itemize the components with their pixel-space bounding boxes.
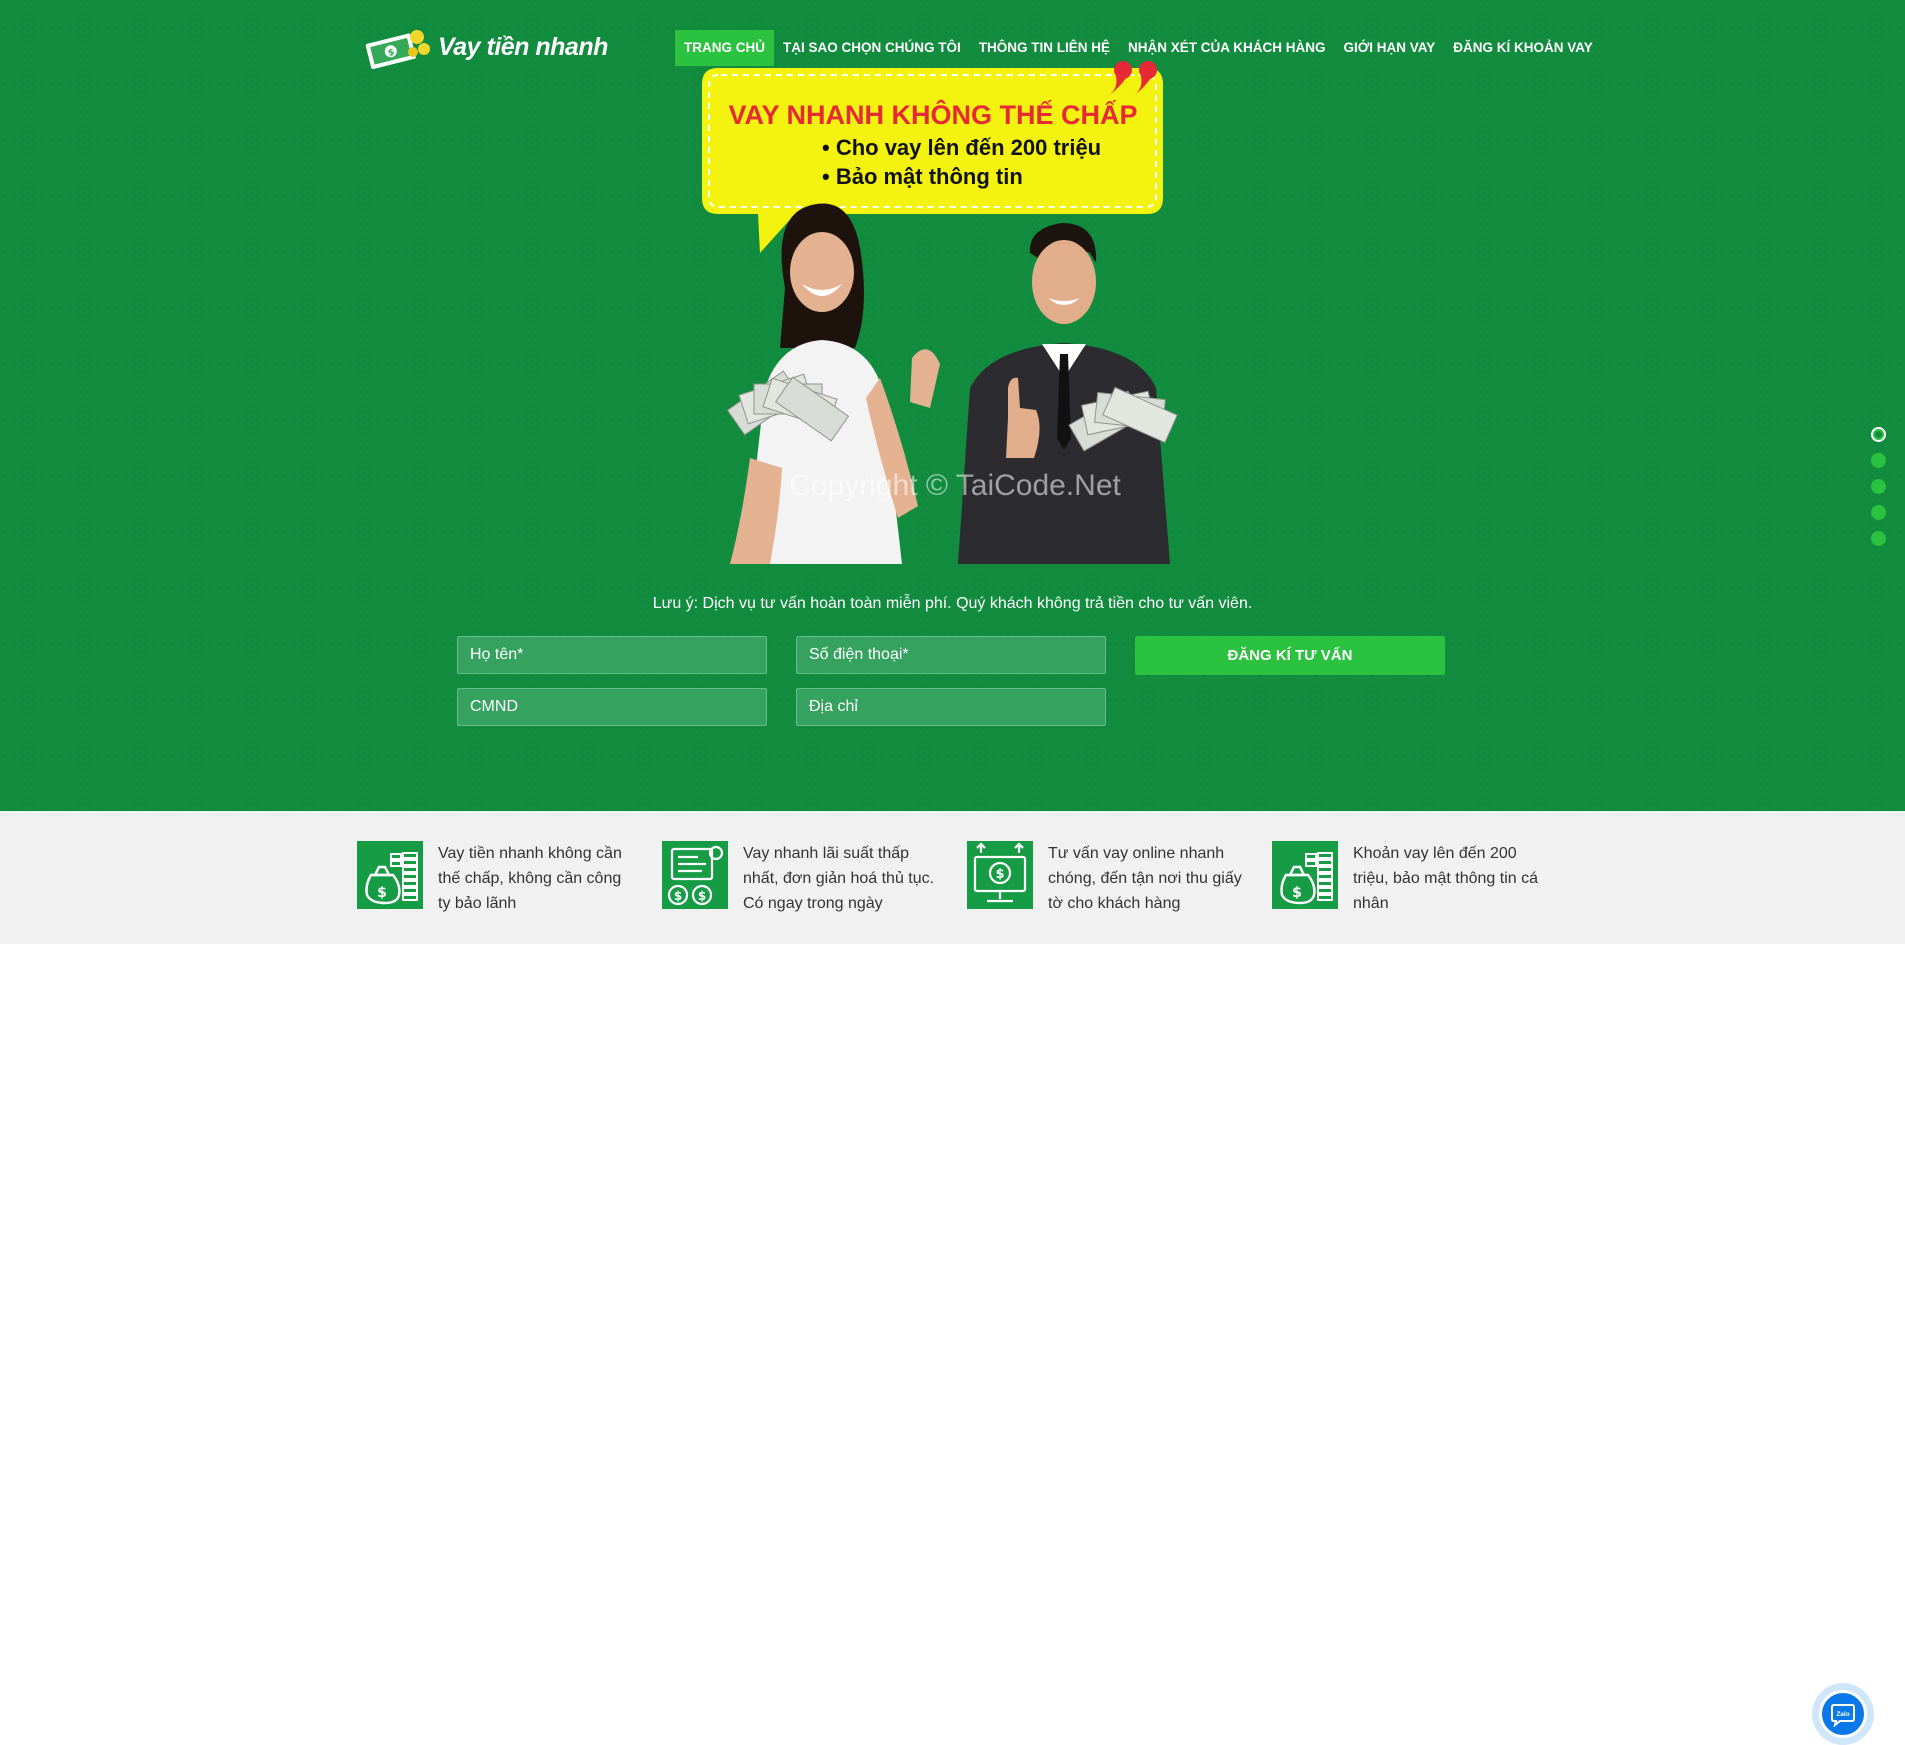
- feature-item: $ Vay tiền nhanh không cần thế chấp, khô…: [357, 841, 638, 916]
- svg-text:$: $: [698, 889, 706, 903]
- speech-bubble: VAY NHANH KHÔNG THẾ CHẤP • Cho vay lên đ…: [702, 68, 1163, 253]
- register-consult-button[interactable]: ĐĂNG KÍ TƯ VẤN: [1135, 636, 1445, 675]
- slider-dot-2[interactable]: [1871, 453, 1886, 468]
- name-input[interactable]: [457, 636, 767, 674]
- money-bag-coins-icon: $: [1272, 841, 1338, 909]
- address-input[interactable]: [796, 688, 1106, 726]
- site-logo[interactable]: $ Vay tiền nhanh: [364, 24, 608, 70]
- feature-item: $ Khoản vay lên đến 200 triệu, bảo mật t…: [1272, 841, 1553, 916]
- nav-item-loan-limit[interactable]: GIỚI HẠN VAY: [1335, 30, 1445, 66]
- slider-dot-4[interactable]: [1871, 505, 1886, 520]
- svg-text:$: $: [674, 889, 682, 903]
- hero-section: $ Vay tiền nhanh TRANG CHỦ TẠI SAO CHỌN …: [0, 0, 1905, 811]
- feature-text: Tư vấn vay online nhanh chóng, đến tận n…: [1048, 845, 1242, 912]
- svg-text:$: $: [377, 885, 387, 901]
- zalo-chat-button[interactable]: Zalo: [1812, 1683, 1874, 1745]
- feature-text: Khoản vay lên đến 200 triệu, bảo mật thô…: [1353, 845, 1538, 912]
- hero-banner: VAY NHANH KHÔNG THẾ CHẤP • Cho vay lên đ…: [702, 61, 1178, 564]
- zalo-icon: Zalo: [1819, 1690, 1867, 1738]
- slider-dot-1[interactable]: [1871, 427, 1886, 442]
- slider-dot-5[interactable]: [1871, 531, 1886, 546]
- form-note: Lưu ý: Dịch vụ tư vấn hoàn toàn miễn phí…: [652, 595, 1253, 612]
- phone-input[interactable]: [796, 636, 1106, 674]
- man-in-suit-image: [958, 223, 1178, 564]
- watermark-text: Copyright © TaiCode.Net: [789, 469, 1121, 502]
- banner-headline: VAY NHANH KHÔNG THẾ CHẤP: [728, 99, 1137, 130]
- feature-text: Vay tiền nhanh không cần thế chấp, không…: [438, 845, 622, 912]
- logo-text: Vay tiền nhanh: [438, 32, 608, 61]
- feature-text: Vay nhanh lãi suất thấp nhất, đơn giản h…: [743, 845, 935, 912]
- feature-item: $ $ Vay nhanh lãi suất thấp nhất, đơn gi…: [662, 841, 943, 916]
- id-number-input[interactable]: [457, 688, 767, 726]
- nav-item-register-loan[interactable]: ĐĂNG KÍ KHOẢN VAY: [1444, 30, 1602, 66]
- money-logo-icon: $: [365, 30, 430, 70]
- banner-bullet-1: • Cho vay lên đến 200 triệu: [822, 135, 1101, 160]
- chat-bubble-icon: Zalo: [1831, 1704, 1855, 1727]
- woman-with-money-image: [726, 203, 940, 564]
- online-monitor-dollar-icon: $: [967, 841, 1033, 909]
- svg-text:$: $: [1292, 885, 1302, 901]
- svg-text:$: $: [995, 867, 1004, 882]
- zalo-label: Zalo: [1836, 1711, 1849, 1718]
- slider-pagination: [1871, 427, 1886, 546]
- features-strip: $ Vay tiền nhanh không cần thế chấp, khô…: [0, 811, 1905, 1745]
- money-bag-coins-icon: $: [357, 841, 423, 909]
- feature-item: $ Tư vấn vay online nhanh chóng, đến tận…: [967, 841, 1248, 916]
- calculator-coins-icon: $ $: [662, 841, 728, 909]
- slider-dot-3[interactable]: [1871, 479, 1886, 494]
- banner-bullet-2: • Bảo mật thông tin: [822, 164, 1023, 189]
